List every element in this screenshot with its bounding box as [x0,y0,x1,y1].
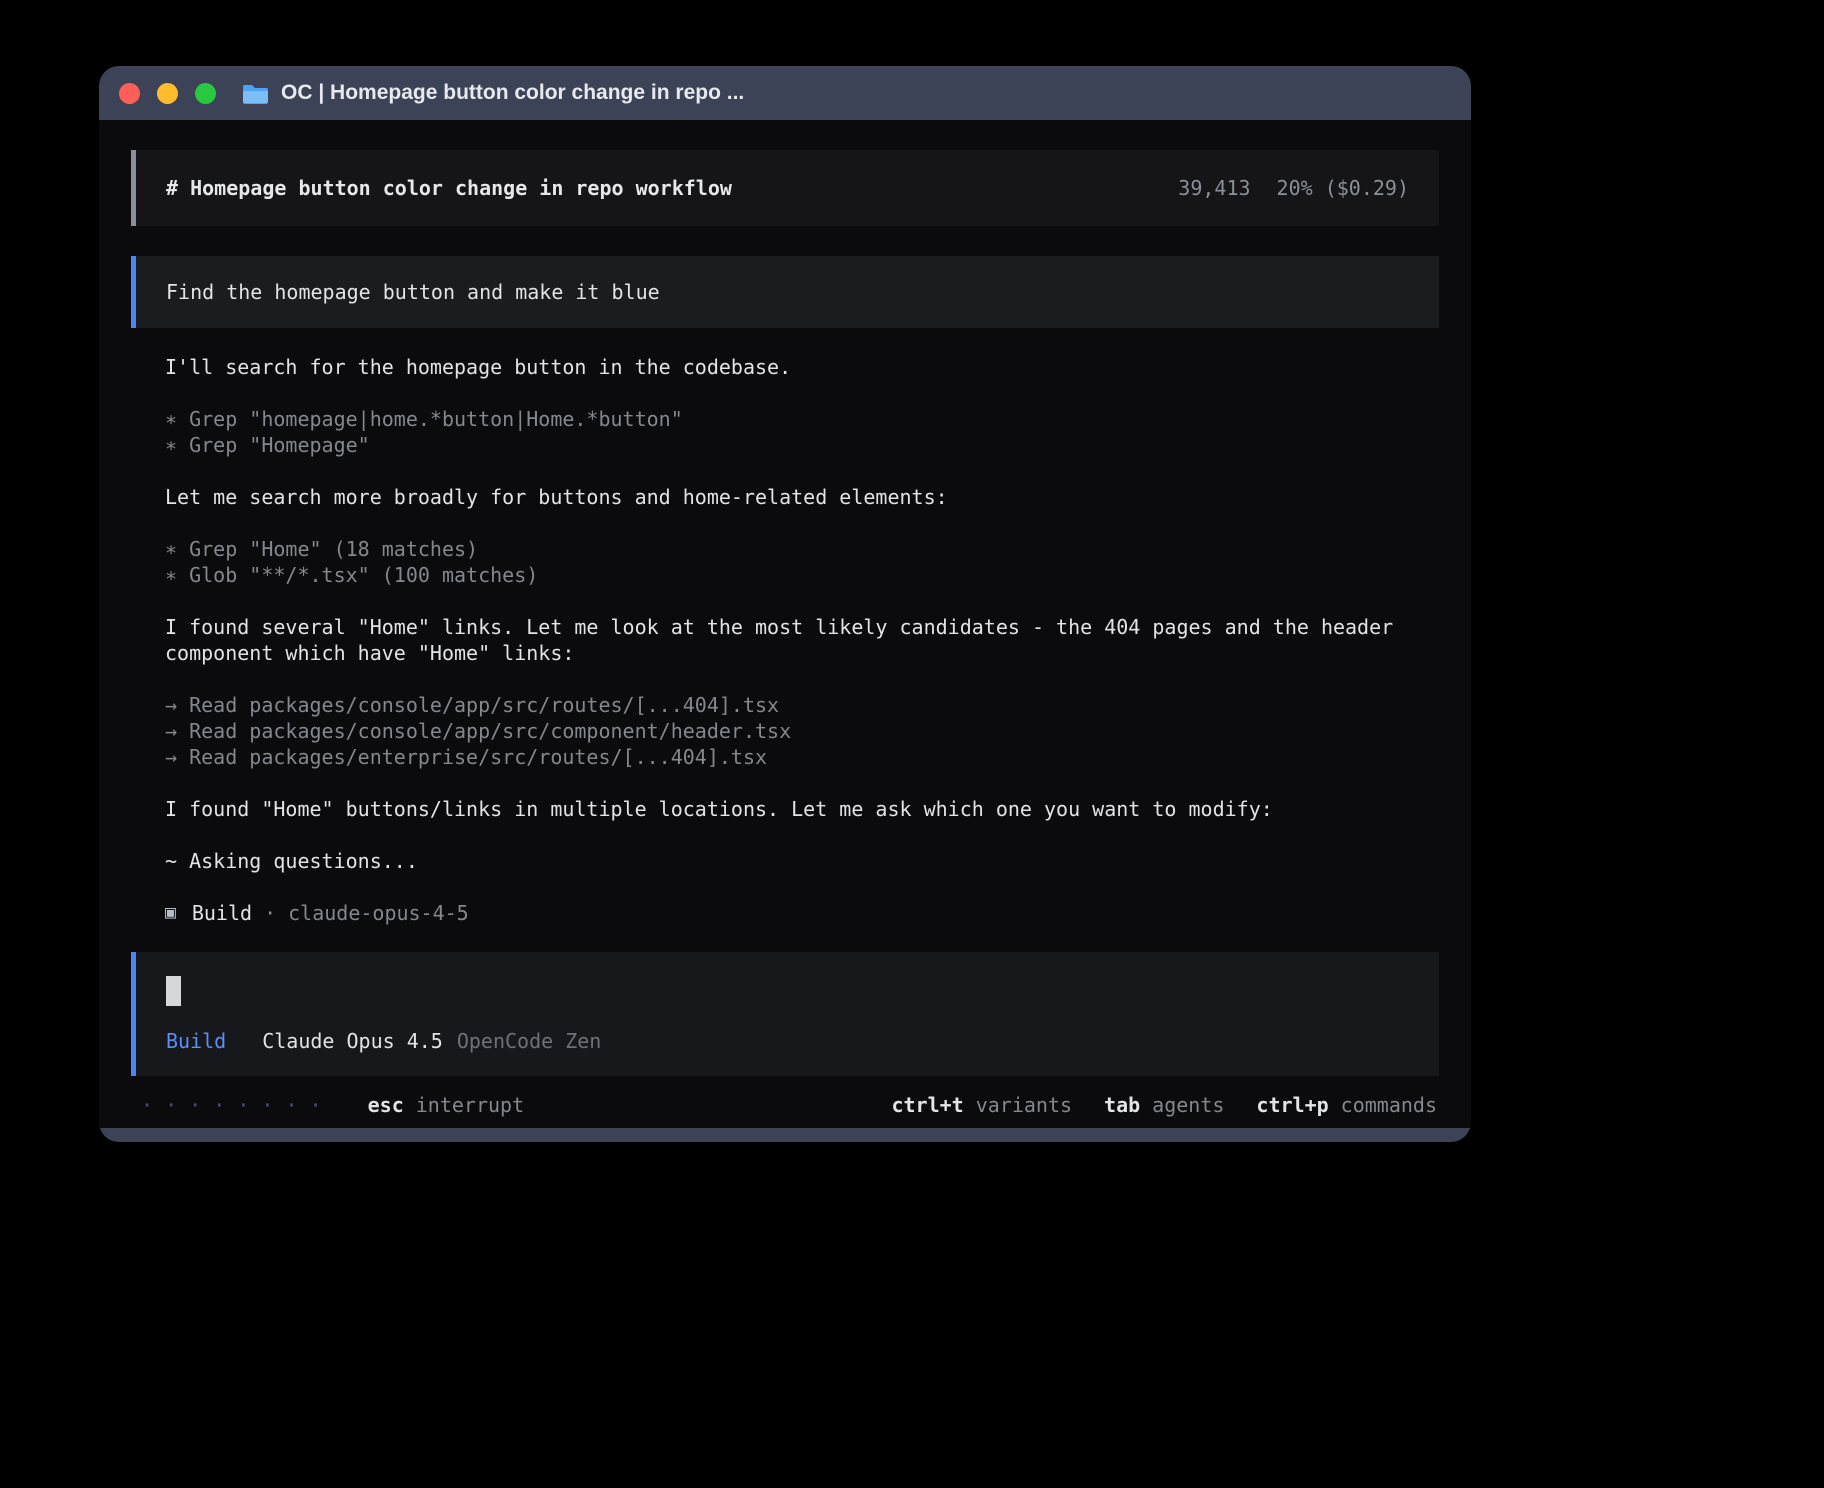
assistant-text-line: I'll search for the homepage button in t… [165,354,1439,380]
hint-label: agents [1152,1092,1224,1118]
window-titlebar[interactable]: OC | Homepage button color change in rep… [99,66,1471,120]
read-tool-line: → Read packages/console/app/src/componen… [165,718,1439,744]
window-title: OC | Homepage button color change in rep… [281,81,744,105]
assistant-text-line: I found "Home" buttons/links in multiple… [165,796,1439,822]
read-tool-line: → Read packages/enterprise/src/routes/[.… [165,744,1439,770]
tool-call-line: ∗ Grep "Homepage" [165,432,1439,458]
status-bar: · · · · · · · · esc interrupt ctrl+t var… [131,1092,1439,1118]
tool-call-line: ∗ Glob "**/*.tsx" (100 matches) [165,562,1439,588]
hint-key: tab [1104,1092,1140,1118]
assistant-text: Let me search more broadly for buttons a… [165,484,1439,510]
hint-variants: ctrl+t variants [891,1092,1072,1118]
model-name: Claude Opus 4.5 [262,1028,443,1054]
hint-label: commands [1341,1092,1437,1118]
prompt-input[interactable]: Build Claude Opus 4.5 OpenCode Zen [131,952,1439,1076]
session-title: # Homepage button color change in repo w… [166,175,732,201]
text-cursor [166,976,181,1006]
assistant-text-line: Let me search more broadly for buttons a… [165,484,1439,510]
progress-dots: · · · · · · · · [141,1092,322,1118]
zoom-button[interactable] [195,83,216,104]
mode-label[interactable]: Build [166,1028,226,1054]
agent-model: claude-opus-4-5 [288,900,469,926]
token-count: 39,413 [1178,175,1250,201]
tool-call-group: ∗ Grep "homepage|home.*button|Home.*butt… [165,406,1439,458]
terminal-content: # Homepage button color change in repo w… [99,120,1471,1128]
hint-key: esc [368,1092,404,1118]
session-header: # Homepage button color change in repo w… [131,150,1439,226]
hint-key: ctrl+p [1256,1092,1328,1118]
status-bar-right: ctrl+t variants tab agents ctrl+p comman… [891,1092,1437,1118]
context-cost: 20% ($0.29) [1277,175,1409,201]
hint-agents: tab agents [1104,1092,1224,1118]
user-message: Find the homepage button and make it blu… [131,256,1439,328]
hint-label: interrupt [416,1092,524,1118]
agent-icon: ▣ [165,900,176,926]
folder-icon [242,83,269,104]
session-stats: 39,413 20% ($0.29) [1178,175,1409,201]
tool-call-line: ∗ Grep "homepage|home.*button|Home.*butt… [165,406,1439,432]
assistant-text: I found several "Home" links. Let me loo… [165,614,1405,666]
assistant-text: I'll search for the homepage button in t… [165,354,1439,380]
working-status: ~ Asking questions... [165,848,1439,874]
tool-call-group: ∗ Grep "Home" (18 matches) ∗ Glob "**/*.… [165,536,1439,588]
agent-name: Build [192,900,252,926]
assistant-text-line: I found several "Home" links. Let me loo… [165,615,1393,665]
hint-interrupt: esc interrupt [368,1092,525,1118]
terminal-window: OC | Homepage button color change in rep… [99,66,1471,1142]
user-message-text: Find the homepage button and make it blu… [166,279,660,305]
provider-name: OpenCode Zen [457,1028,602,1054]
working-status-line: ~ Asking questions... [165,848,1439,874]
hint-commands: ctrl+p commands [1256,1092,1437,1118]
tool-call-line: ∗ Grep "Home" (18 matches) [165,536,1439,562]
assistant-text: I found "Home" buttons/links in multiple… [165,796,1439,822]
agent-separator: · [264,900,276,926]
hint-label: variants [976,1092,1072,1118]
input-meta-row: Build Claude Opus 4.5 OpenCode Zen [166,1028,1409,1054]
hint-key: ctrl+t [891,1092,963,1118]
read-tool-line: → Read packages/console/app/src/routes/[… [165,692,1439,718]
tool-call-group: → Read packages/console/app/src/routes/[… [165,692,1439,770]
agent-status-row: ▣ Build · claude-opus-4-5 [165,900,1439,926]
close-button[interactable] [119,83,140,104]
minimize-button[interactable] [157,83,178,104]
traffic-lights [119,83,216,104]
